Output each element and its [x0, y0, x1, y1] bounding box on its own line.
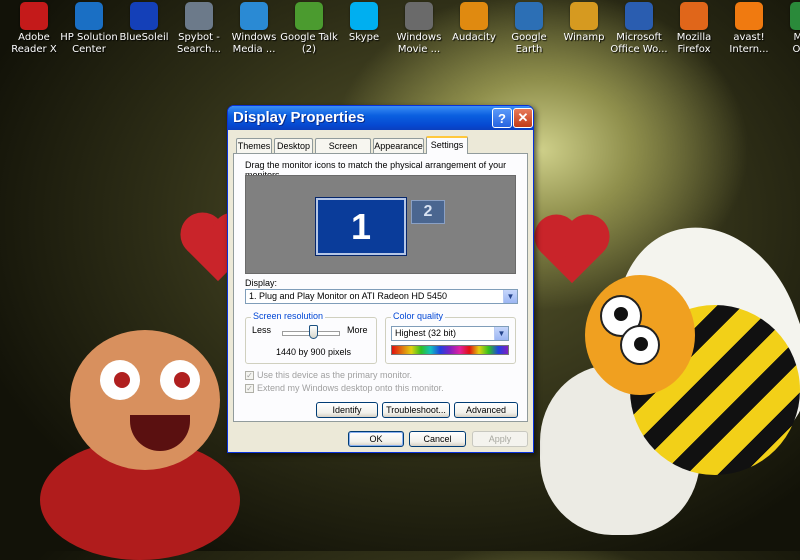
color-quality-legend: Color quality [391, 311, 446, 321]
desktop-icons: aAdobe Reader XHP Solution CenterBlueSol… [0, 0, 800, 60]
dialog-title: Display Properties [233, 109, 365, 126]
adobe-reader-icon [20, 2, 48, 30]
display-label: Display: [245, 278, 278, 288]
bee-illustration [540, 201, 800, 551]
extend-desktop-label: Extend my Windows desktop onto this moni… [257, 383, 444, 393]
close-button[interactable]: ✕ [513, 108, 533, 128]
primary-monitor-checkbox[interactable]: ✓ [245, 371, 254, 380]
color-quality-value: Highest (32 bit) [395, 328, 457, 338]
tab-appearance[interactable]: Appearance [373, 138, 424, 153]
color-quality-select[interactable]: Highest (32 bit) ▼ [391, 326, 509, 341]
resolution-more-label: More [347, 325, 368, 335]
color-quality-group: Color quality Highest (32 bit) ▼ [385, 311, 516, 364]
color-spectrum-bar [391, 345, 509, 355]
extend-desktop-checkbox[interactable]: ✓ [245, 384, 254, 393]
troubleshoot-button[interactable]: Troubleshoot... [382, 402, 450, 418]
resolution-value: 1440 by 900 pixels [276, 347, 352, 357]
desktop-shortcut-label: Micr Offic [792, 32, 800, 55]
title-bar[interactable]: Display Properties ? ✕ [228, 106, 533, 130]
google-talk-icon [295, 2, 323, 30]
resolution-less-label: Less [252, 325, 272, 335]
monitor-2-icon[interactable]: 2 [411, 200, 445, 224]
resolution-slider-thumb[interactable] [308, 325, 318, 339]
bluetooth-icon [130, 2, 158, 30]
cancel-button[interactable]: Cancel [409, 431, 466, 447]
display-select-value: 1. Plug and Play Monitor on ATI Radeon H… [249, 291, 447, 301]
ladybug-illustration [40, 330, 240, 560]
monitor-1-icon[interactable]: 1 [315, 197, 407, 256]
display-properties-dialog: Display Properties ? ✕ Themes Desktop Sc… [227, 105, 534, 453]
apply-button[interactable]: Apply [472, 431, 528, 447]
checkmark-icon: ✓ [246, 371, 253, 380]
tab-screen-saver[interactable]: Screen Saver [315, 138, 371, 165]
word-icon [625, 2, 653, 30]
desktop-shortcut[interactable]: Micr Offic [769, 2, 800, 56]
primary-monitor-label: Use this device as the primary monitor. [257, 370, 413, 380]
tab-settings[interactable]: Settings [426, 136, 468, 154]
spybot-icon [185, 2, 213, 30]
help-button[interactable]: ? [492, 108, 512, 128]
help-icon: ? [498, 110, 506, 126]
tab-themes[interactable]: Themes [236, 138, 272, 153]
close-icon: ✕ [517, 110, 529, 125]
display-select[interactable]: 1. Plug and Play Monitor on ATI Radeon H… [245, 289, 518, 304]
monitor-arrangement-area: 1 2 [245, 175, 516, 274]
media-player-icon [240, 2, 268, 30]
hp-icon [75, 2, 103, 30]
screen-resolution-legend: Screen resolution [251, 311, 326, 321]
audacity-icon [460, 2, 488, 30]
avast-icon [735, 2, 763, 30]
settings-panel: Drag the monitor icons to match the phys… [233, 153, 528, 422]
chevron-down-icon[interactable]: ▼ [494, 327, 508, 340]
checkmark-icon: ✓ [246, 384, 253, 393]
winamp-icon [570, 2, 598, 30]
identify-button[interactable]: Identify [316, 402, 378, 418]
chevron-down-icon[interactable]: ▼ [503, 290, 517, 303]
google-earth-icon [515, 2, 543, 30]
tab-desktop[interactable]: Desktop [274, 138, 313, 153]
movie-maker-icon [405, 2, 433, 30]
screen-resolution-group: Screen resolution Less More 1440 by 900 … [245, 311, 377, 364]
firefox-icon [680, 2, 708, 30]
advanced-button[interactable]: Advanced [454, 402, 518, 418]
ok-button[interactable]: OK [348, 431, 404, 447]
skype-icon [350, 2, 378, 30]
excel-icon [790, 2, 800, 30]
